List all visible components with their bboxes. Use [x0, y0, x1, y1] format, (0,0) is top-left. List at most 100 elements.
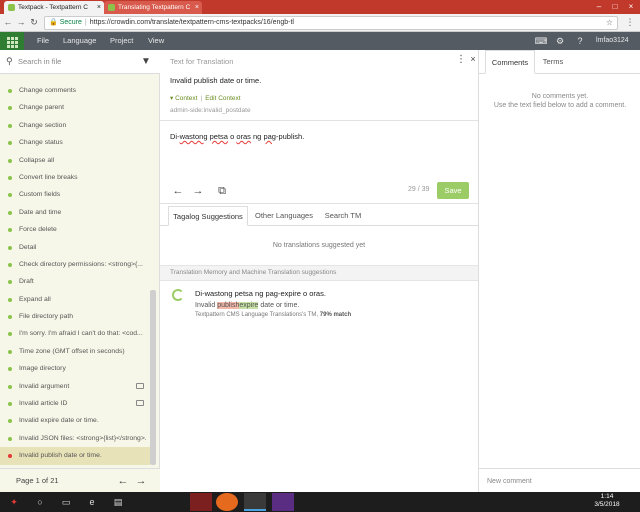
username[interactable]: lmfao3124 [596, 32, 629, 50]
cortana-icon[interactable]: ○ [30, 494, 50, 510]
app-menubar: File Language Project View ⌨ ⚙ ? lmfao31… [0, 32, 640, 50]
tab-comments[interactable]: Comments [485, 50, 535, 74]
list-item[interactable]: Invalid JSON files: <strong>{list}</stro… [0, 430, 150, 447]
tm-diff: Invalid publishexpire date or time. [195, 302, 299, 309]
translation-word: Di- [170, 132, 180, 141]
bookmark-star-icon[interactable]: ☆ [606, 17, 613, 29]
list-item[interactable]: I'm sorry. I'm afraid I can't do that: <… [0, 325, 150, 342]
help-icon[interactable]: ? [573, 34, 587, 48]
app-taskbar-icon[interactable] [190, 493, 212, 511]
list-item[interactable]: Image directory [0, 360, 150, 377]
sidebar-scrollbar[interactable] [150, 290, 156, 465]
previous-string-icon[interactable]: ← [171, 184, 185, 198]
menu-language[interactable]: Language [63, 32, 96, 50]
list-item[interactable]: Change comments [0, 82, 150, 99]
list-item[interactable]: Detail [0, 239, 150, 256]
start-button-icon[interactable]: ✦ [4, 494, 24, 510]
list-item[interactable]: File directory path [0, 308, 150, 325]
firefox-icon[interactable] [216, 493, 238, 511]
menu-project[interactable]: Project [110, 32, 133, 50]
chrome-icon[interactable] [244, 493, 266, 511]
list-item[interactable]: Force delete [0, 221, 150, 238]
list-item[interactable]: Check directory permissions: <strong>{..… [0, 256, 150, 273]
list-item-label: Convert line breaks [19, 173, 78, 181]
save-button[interactable]: Save [437, 182, 469, 199]
browser-tab-bar: Textpack - Textpattern C × Translating T… [0, 0, 640, 14]
misspelled-word: oras [236, 132, 251, 141]
translated-dot-icon [8, 262, 12, 267]
reload-icon[interactable]: ↻ [28, 16, 40, 29]
file-explorer-icon[interactable]: ▤ [108, 494, 128, 510]
list-item[interactable]: Collapse all [0, 152, 150, 169]
misspelled-word: wastong [179, 132, 208, 141]
list-item[interactable]: Convert line breaks [0, 169, 150, 186]
secure-label: Secure [59, 19, 82, 26]
clock-date: 3/5/2018 [594, 501, 620, 508]
list-item[interactable]: Invalid article ID [0, 395, 150, 412]
translated-dot-icon [8, 123, 12, 128]
clock-time: 1:14 [600, 493, 614, 500]
list-item-label: Invalid JSON files: <strong>{list}</stro… [19, 434, 147, 442]
close-icon[interactable]: × [195, 1, 199, 14]
list-item[interactable]: Draft [0, 273, 150, 290]
next-page-icon[interactable]: → [134, 474, 148, 488]
strings-sidebar: ⚲ ▼ Change comments Change parent Change… [0, 50, 160, 492]
tab-other-languages[interactable]: Other Languages [252, 206, 316, 226]
browser-tab-textpack[interactable]: Textpack - Textpattern C × [4, 1, 104, 14]
new-comment-row [479, 468, 640, 492]
close-icon[interactable]: × [97, 1, 101, 14]
task-view-icon[interactable]: ▭ [56, 494, 76, 510]
tm-source-info: Textpattern CMS Language Translations's … [195, 312, 351, 318]
tm-suggestion-text[interactable]: Di-wastong petsa ng pag-expire o oras. [195, 289, 326, 298]
list-item[interactable]: Change parent [0, 99, 150, 116]
close-icon[interactable]: × [468, 54, 478, 64]
edge-icon[interactable]: e [82, 494, 102, 510]
tab-search-tm[interactable]: Search TM [320, 206, 366, 226]
list-item[interactable]: Invalid expire date or time. [0, 412, 150, 429]
window-close-icon[interactable]: × [624, 0, 638, 13]
list-item-label: Change comments [19, 87, 77, 94]
translated-dot-icon [8, 402, 12, 407]
copy-source-icon[interactable]: ⧉ [215, 184, 229, 198]
minimize-icon[interactable]: – [592, 0, 606, 13]
more-options-icon[interactable]: ⋮ [456, 54, 466, 65]
tab-terms[interactable]: Terms [535, 50, 571, 74]
list-item[interactable]: Time zone (GMT offset in seconds) [0, 343, 150, 360]
context-toggle-icon[interactable]: ▾ [170, 95, 173, 102]
list-item-label: Invalid argument [19, 382, 70, 390]
list-item[interactable]: Date and time [0, 204, 150, 221]
list-item[interactable]: Expand all [0, 291, 150, 308]
translation-textarea[interactable]: Di-wastong petsa o oras ng pag-publish. [170, 132, 470, 141]
list-item[interactable]: Change status [0, 134, 150, 151]
translation-word: ng [250, 132, 264, 141]
browser-menu-icon[interactable]: ⋮ [624, 16, 636, 29]
tab-tagalog-suggestions[interactable]: Tagalog Suggestions [168, 206, 248, 226]
new-comment-input[interactable] [487, 474, 627, 488]
filter-icon[interactable]: ▼ [140, 55, 152, 68]
next-string-icon[interactable]: → [191, 184, 205, 198]
list-item-selected[interactable]: Invalid publish date or time. [0, 447, 150, 465]
maximize-icon[interactable]: □ [608, 0, 622, 13]
menu-file[interactable]: File [37, 32, 49, 50]
list-item[interactable]: Invalid argument [0, 378, 150, 395]
browser-tab-translating[interactable]: Translating Textpattern C × [104, 1, 202, 14]
keyboard-icon[interactable]: ⌨ [534, 34, 548, 48]
url-field[interactable]: 🔒 Secure | https://crowdin.com/translate/te… [44, 16, 618, 30]
context-link[interactable]: Context [175, 95, 197, 102]
edit-context-link[interactable]: Edit Context [205, 95, 240, 102]
sidebar-search-row: ⚲ ▼ [0, 50, 160, 74]
back-arrow-icon[interactable]: ← [2, 16, 14, 29]
string-list: Change comments Change parent Change sec… [0, 82, 150, 465]
apps-grid-icon[interactable] [0, 32, 24, 50]
app-taskbar-icon[interactable] [272, 493, 294, 511]
clock[interactable]: 1:14 3/5/2018 [592, 493, 622, 509]
list-item-label: Date and time [19, 208, 62, 216]
list-item[interactable]: Custom fields [0, 186, 150, 203]
gear-icon[interactable]: ⚙ [553, 34, 567, 48]
tab-title: Translating Textpattern C [118, 4, 191, 11]
search-input[interactable] [18, 55, 128, 68]
prev-page-icon[interactable]: ← [116, 474, 130, 488]
menu-view[interactable]: View [148, 32, 164, 50]
forward-arrow-icon[interactable]: → [15, 16, 27, 29]
list-item[interactable]: Change section [0, 117, 150, 134]
